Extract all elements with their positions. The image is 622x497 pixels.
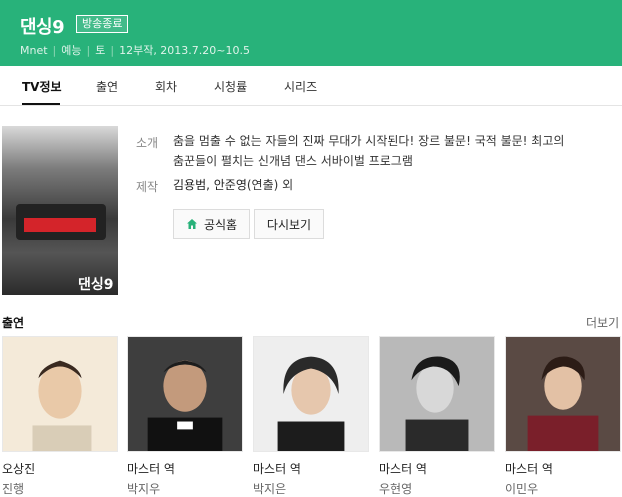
- cast-photo[interactable]: [2, 336, 118, 452]
- broadcast-day: 토: [95, 44, 106, 57]
- genre[interactable]: 예능: [61, 44, 81, 57]
- producer-links[interactable]: 김용범, 안준영: [173, 178, 247, 192]
- cast-photo[interactable]: [127, 336, 243, 452]
- official-home-label: 공식홈: [203, 217, 238, 232]
- cast-role[interactable]: 오상진: [2, 460, 35, 477]
- tab-bar: TV정보 출연 회차 시청률 시리즈: [0, 66, 622, 106]
- tab-tv-info[interactable]: TV정보: [22, 78, 62, 95]
- program-meta: Mnet | 예능 | 토 | 12부작, 2013.7.20~10.5: [20, 44, 251, 57]
- episodes-dates: 12부작, 2013.7.20~10.5: [119, 44, 251, 57]
- program-poster[interactable]: 댄싱9: [2, 126, 118, 295]
- cast-sub[interactable]: 박지우: [127, 480, 160, 497]
- tab-cast[interactable]: 출연: [96, 78, 118, 95]
- cast-photo[interactable]: [379, 336, 495, 452]
- cast-sub[interactable]: 우현영: [379, 480, 412, 497]
- cast-photo[interactable]: [505, 336, 621, 452]
- production-label: 제작: [136, 180, 159, 194]
- poster-logo: 댄싱9: [78, 277, 114, 293]
- replay-label: 다시보기: [266, 217, 312, 232]
- summary-line-2: 춤꾼들이 펼치는 신개념 댄스 서바이벌 프로그램: [173, 154, 413, 168]
- cast-sub[interactable]: 이민우: [505, 480, 538, 497]
- tab-episodes[interactable]: 회차: [155, 78, 177, 95]
- tab-ratings[interactable]: 시청률: [214, 78, 247, 95]
- program-header: 댄싱9 방송종료 Mnet | 예능 | 토 | 12부작, 2013.7.20~10.5: [0, 0, 622, 66]
- tab-series[interactable]: 시리즈: [284, 78, 317, 95]
- tab-active-indicator: [22, 103, 60, 105]
- channel-name[interactable]: Mnet: [20, 44, 48, 57]
- replay-button[interactable]: 다시보기: [254, 209, 324, 239]
- status-badge: 방송종료: [76, 15, 129, 33]
- official-home-button[interactable]: 공식홈: [173, 209, 250, 239]
- program-title[interactable]: 댄싱9: [20, 13, 65, 39]
- cast-more-link[interactable]: 더보기: [586, 314, 619, 331]
- summary-label: 소개: [136, 136, 159, 150]
- producer-role: (연출) 외: [246, 178, 294, 192]
- cast-role: 마스터 역: [253, 462, 301, 476]
- cast-photo[interactable]: [253, 336, 369, 452]
- cast-role: 마스터 역: [127, 462, 175, 476]
- cast-role: 마스터 역: [505, 462, 553, 476]
- poster-red-banner: [24, 218, 96, 232]
- cast-role: 마스터 역: [379, 462, 427, 476]
- production-credits: 김용범, 안준영(연출) 외: [173, 175, 293, 195]
- home-icon: [186, 219, 197, 229]
- cast-section-title: 출연: [2, 316, 25, 330]
- summary-line-1: 춤을 멈출 수 없는 자들의 진짜 무대가 시작된다! 장르 불문! 국적 불문…: [173, 134, 565, 148]
- cast-sub: 진행: [2, 482, 25, 496]
- cast-sub[interactable]: 박지은: [253, 480, 286, 497]
